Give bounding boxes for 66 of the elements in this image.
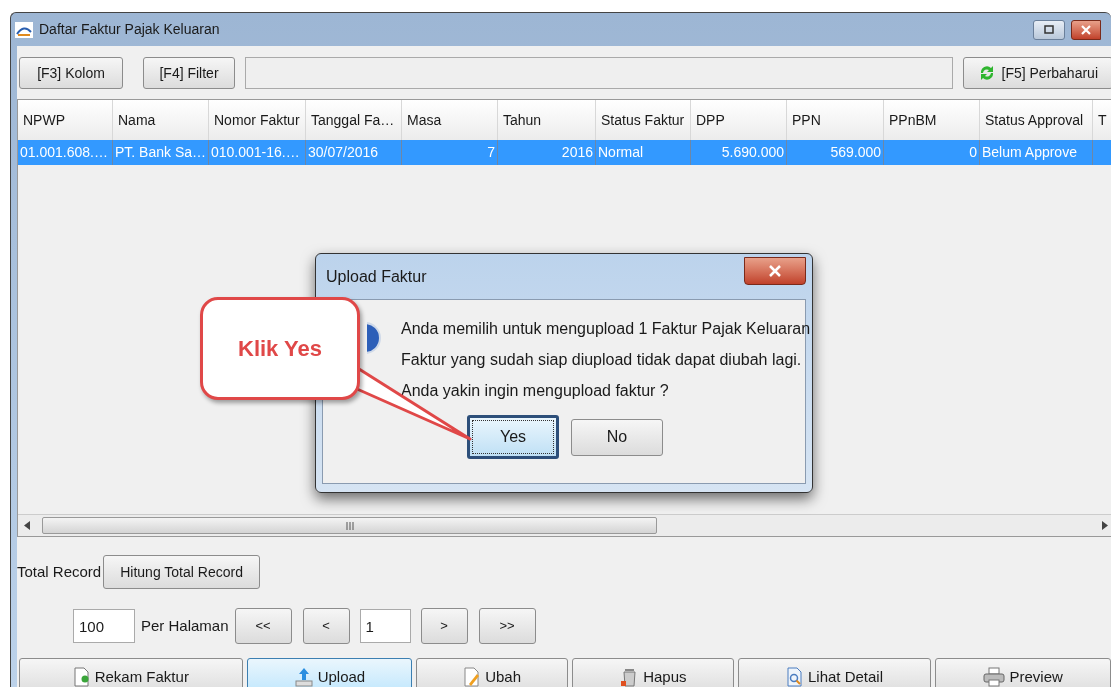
page-field[interactable]: 1 — [359, 609, 411, 643]
next-page-button[interactable]: > — [420, 608, 468, 644]
restore-icon — [1044, 25, 1054, 34]
window-title: Daftar Faktur Pajak Keluaran — [39, 20, 220, 39]
table-cell: 569.000 — [787, 140, 884, 165]
column-header[interactable]: Status Approval — [980, 100, 1093, 140]
close-button[interactable] — [744, 256, 806, 285]
column-header[interactable]: NPWP — [18, 100, 113, 140]
action-button[interactable]: Rekam Faktur — [19, 658, 243, 687]
table-cell: 30/07/2016 — [306, 140, 402, 165]
table-cell: 5.690.000 — [691, 140, 787, 165]
dialog-title: Upload Faktur — [326, 266, 427, 287]
column-header[interactable]: PPnBM — [884, 100, 980, 140]
count-total-button[interactable]: Hitung Total Record — [103, 555, 260, 589]
action-button[interactable]: Upload — [246, 658, 413, 687]
filter-field[interactable] — [245, 57, 953, 89]
table-cell: Belum Approve — [980, 140, 1093, 165]
column-header[interactable]: Masa — [402, 100, 498, 140]
table-cell: 01.001.608.… — [18, 140, 113, 165]
column-header[interactable]: Tanggal Fa… — [306, 100, 402, 140]
scroll-right-icon[interactable] — [1102, 521, 1108, 530]
printer-icon — [983, 667, 1006, 687]
horizontal-scrollbar[interactable] — [18, 514, 1111, 536]
action-button[interactable]: Lihat Detail — [737, 658, 932, 687]
column-header[interactable]: Nomor Faktur — [209, 100, 306, 140]
message-text: Faktur yang sudah siap diupload tidak dapat diubah lagi. — [401, 350, 803, 370]
close-icon — [1081, 24, 1091, 35]
column-header[interactable]: Nama — [113, 100, 209, 140]
document-add-icon — [72, 667, 91, 687]
toolbar-button[interactable]: [F3] Kolom — [19, 57, 123, 89]
edit-icon — [463, 667, 482, 687]
first-page-button[interactable]: << — [234, 608, 292, 644]
column-header[interactable]: T — [1093, 100, 1111, 140]
scrollbar-thumb[interactable] — [42, 517, 657, 534]
action-button[interactable]: Ubah — [416, 658, 568, 687]
scroll-left-icon[interactable] — [24, 521, 30, 530]
page-size-field[interactable]: 100 — [73, 609, 135, 643]
table-cell: 0 — [884, 140, 980, 165]
action-button[interactable]: Hapus — [572, 658, 734, 687]
app-logo-icon — [15, 21, 33, 38]
upload-icon — [293, 667, 314, 687]
table-cell: 010.001-16.… — [209, 140, 306, 165]
page-size-label: Per Halaman — [141, 615, 229, 636]
callout-text: Klik Yes — [238, 335, 322, 363]
table-cell: PT. Bank Sa… — [113, 140, 209, 165]
last-page-button[interactable]: >> — [478, 608, 536, 644]
close-button[interactable] — [1071, 19, 1101, 40]
column-header[interactable]: Status Faktur — [596, 100, 691, 140]
document-search-icon — [786, 667, 804, 687]
restore-button[interactable] — [1033, 19, 1065, 40]
column-header[interactable]: PPN — [787, 100, 884, 140]
question-icon — [367, 322, 381, 354]
previous-page-button[interactable]: < — [302, 608, 350, 644]
dialog-button[interactable]: Yes — [467, 415, 559, 459]
total-record-label: Total Record — [17, 561, 102, 582]
close-icon — [769, 264, 781, 277]
table-cell: Normal — [596, 140, 691, 165]
table-cell: 2016 — [498, 140, 596, 165]
message-text: Anda yakin ingin mengupload faktur ? — [401, 381, 670, 401]
column-header[interactable]: Tahun — [498, 100, 596, 140]
dialog-button[interactable]: No — [571, 418, 663, 456]
refresh-button[interactable]: [F5] Perbaharui — [962, 57, 1111, 89]
toolbar-button[interactable]: [F4] Filter — [143, 57, 235, 89]
action-button[interactable]: Preview — [935, 658, 1111, 687]
table-cell: 7 — [402, 140, 498, 165]
column-header[interactable]: DPP — [691, 100, 787, 140]
